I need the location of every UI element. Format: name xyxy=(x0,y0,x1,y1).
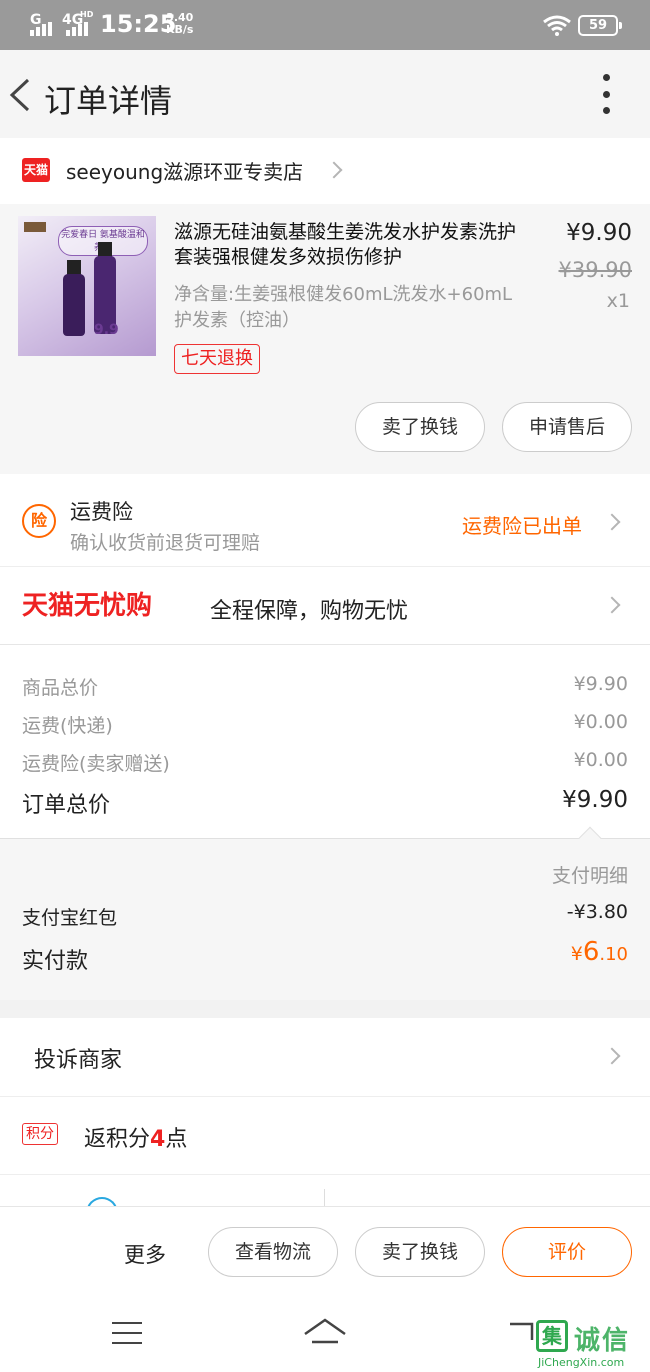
network-label-hd: HD xyxy=(80,10,94,19)
sell-for-cash-button[interactable]: 卖了换钱 xyxy=(355,1227,485,1277)
back-arrow-icon[interactable] xyxy=(6,78,36,112)
product-quantity: x1 xyxy=(606,290,630,312)
brand-logo-icon xyxy=(24,222,46,232)
chevron-right-icon xyxy=(603,596,621,614)
shop-name[interactable]: seeyoung滋源环亚专卖店 xyxy=(66,156,303,185)
bottom-action-bar: 更多 查看物流 卖了换钱 评价 xyxy=(0,1206,650,1296)
redpacket-label: 支付宝红包 xyxy=(22,907,118,929)
battery-icon: 59 xyxy=(578,15,622,36)
chevron-right-icon xyxy=(603,513,621,531)
shop-row[interactable]: 天猫 seeyoung滋源环亚专卖店 xyxy=(0,138,650,204)
product-image-promo: 9.9 xyxy=(94,322,119,338)
product-title[interactable]: 滋源无硅油氨基酸生姜洗发水护发素洗护套装强根健发多效损伤修护 xyxy=(174,220,534,270)
insurance-title: 运费险 xyxy=(70,500,133,524)
paid-amount-label: 实付款 xyxy=(22,949,89,974)
speed-unit: KB/s xyxy=(166,23,194,36)
signal-icon xyxy=(30,22,52,36)
shipping-insurance-row[interactable]: 险 运费险 确认收货前退货可理赔 运费险已出单 xyxy=(0,474,650,566)
tmall-badge-icon: 天猫 xyxy=(22,158,50,182)
network-speed: 3.40 KB/s xyxy=(166,12,193,36)
summary-value: ¥0.00 xyxy=(573,749,628,771)
status-time: 15:25 xyxy=(100,10,177,38)
return-policy-tag: 七天退换 xyxy=(174,344,260,374)
price-summary: 商品总价 ¥9.90 运费(快递) ¥0.00 运费险(卖家赠送) ¥0.00 … xyxy=(0,644,650,838)
watermark-url: JiChengXin.com xyxy=(538,1356,625,1369)
insurance-subtitle: 确认收货前退货可理赔 xyxy=(70,532,261,554)
product-spec: 净含量:生姜强根健发60mL洗发水+60mL护发素（控油） xyxy=(174,284,513,331)
after-sales-button[interactable]: 申请售后 xyxy=(502,402,632,452)
wifi-icon xyxy=(543,15,571,36)
signal-icon-2 xyxy=(66,22,88,36)
worry-free-description: 全程保障，购物无忧 xyxy=(210,599,409,624)
menu-icon[interactable] xyxy=(112,1322,142,1344)
tmall-worry-free-logo: 天猫无忧购 xyxy=(22,591,153,621)
insurance-status[interactable]: 运费险已出单 xyxy=(462,510,582,539)
insurance-icon: 险 xyxy=(22,504,56,538)
order-total-value: ¥9.90 xyxy=(562,787,628,813)
order-total-label: 订单总价 xyxy=(22,793,111,818)
points-text: 返积分4点 xyxy=(84,1127,188,1152)
sell-for-cash-button[interactable]: 卖了换钱 xyxy=(355,402,485,452)
points-badge: 积分 xyxy=(22,1123,58,1145)
chevron-right-icon xyxy=(603,1047,621,1065)
chevron-right-icon xyxy=(325,161,343,179)
summary-label: 商品总价 xyxy=(22,677,99,699)
payment-details: 支付明细 支付宝红包 -¥3.80 实付款 ¥6.10 xyxy=(0,826,650,1000)
page-title: 订单详情 xyxy=(44,82,173,120)
watermark-logo: 集 诚信 JiChengXin.com xyxy=(508,1316,648,1372)
status-bar: G 4G HD 15:25 3.40 KB/s 59 xyxy=(0,0,650,50)
more-options-icon[interactable] xyxy=(596,74,616,114)
summary-value: ¥9.90 xyxy=(573,673,628,695)
complain-merchant-row[interactable]: 投诉商家 xyxy=(0,1018,650,1096)
partial-row xyxy=(0,1174,650,1213)
view-logistics-button[interactable]: 查看物流 xyxy=(208,1227,338,1277)
payment-detail-label[interactable]: 支付明细 xyxy=(552,861,628,888)
redpacket-value: -¥3.80 xyxy=(566,901,628,923)
summary-label: 运费(快递) xyxy=(22,715,113,737)
product-image[interactable]: 完爱春日 氨基酸温和养护 9.9 xyxy=(18,216,156,356)
product-item[interactable]: 完爱春日 氨基酸温和养护 9.9 滋源无硅油氨基酸生姜洗发水护发素洗护套装强根健… xyxy=(0,204,650,474)
worry-free-row[interactable]: 天猫无忧购 全程保障，购物无忧 xyxy=(0,566,650,644)
product-price: ¥9.90 xyxy=(566,220,632,246)
complain-label: 投诉商家 xyxy=(34,1048,123,1073)
summary-value: ¥0.00 xyxy=(573,711,628,733)
rate-button[interactable]: 评价 xyxy=(502,1227,632,1277)
more-actions-button[interactable]: 更多 xyxy=(124,1239,166,1269)
summary-label: 运费险(卖家赠送) xyxy=(22,753,170,775)
watermark-box: 集 xyxy=(536,1320,568,1352)
product-original-price: ¥39.90 xyxy=(558,258,632,282)
paid-amount-value: ¥6.10 xyxy=(570,937,628,967)
watermark-text: 诚信 xyxy=(574,1326,631,1356)
points-row: 积分 返积分4点 xyxy=(0,1096,650,1174)
header: 订单详情 xyxy=(0,50,650,138)
home-icon[interactable] xyxy=(302,1316,348,1346)
